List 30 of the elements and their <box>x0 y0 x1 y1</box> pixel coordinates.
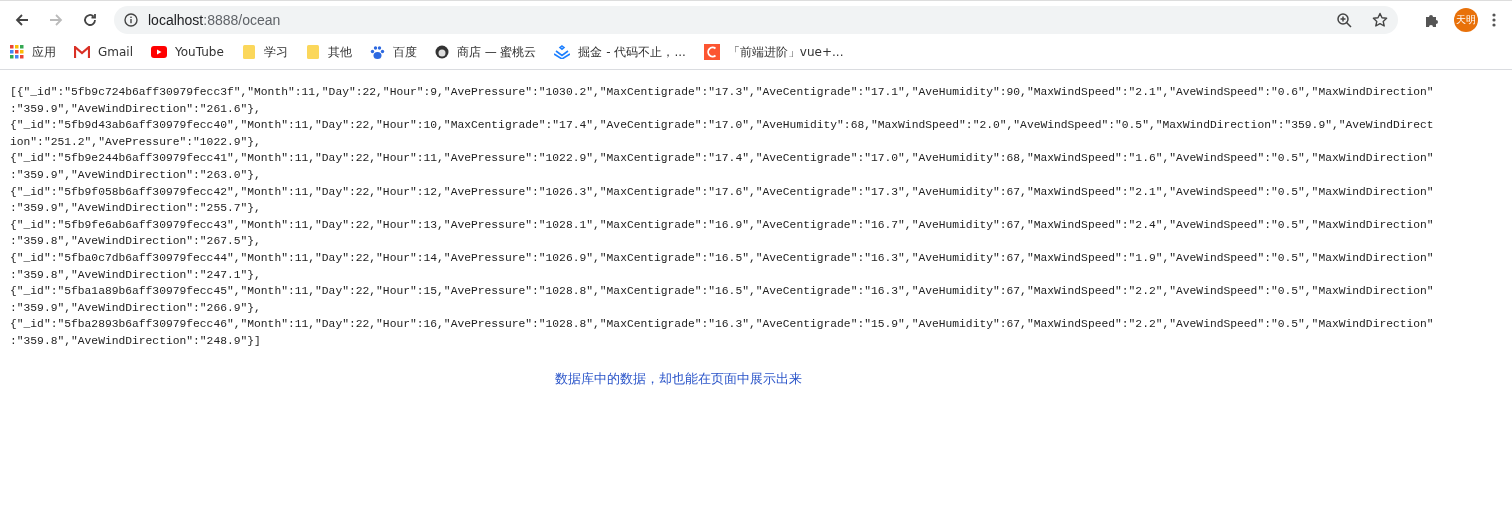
folder-icon <box>305 44 320 60</box>
caption-text: 数据库中的数据，却也能在页面中展示出来 <box>554 369 803 388</box>
play-logo-icon <box>151 46 167 58</box>
bookmark-item[interactable]: 百度 <box>369 43 417 61</box>
url-text: localhost:8888/ocean <box>148 12 281 28</box>
bookmark-item[interactable]: Gmail <box>74 45 133 59</box>
round-logo-icon <box>434 45 449 59</box>
bookmark-item[interactable]: 应用 <box>10 43 56 61</box>
bookmark-item[interactable]: 学习 <box>241 43 288 61</box>
star-icon[interactable] <box>1372 12 1388 28</box>
folder-icon <box>241 44 256 60</box>
bookmark-item[interactable]: YouTube <box>151 45 224 59</box>
back-arrow-icon <box>14 12 30 28</box>
forward-arrow-icon <box>48 12 64 28</box>
bookmark-item[interactable]: 「前端进阶」vue+... <box>703 43 844 61</box>
bookmark-item[interactable]: 掘金 - 代码不止，... <box>554 43 686 61</box>
layers-logo-icon <box>554 45 571 59</box>
menu-icon[interactable] <box>1492 13 1496 27</box>
bookmark-item[interactable]: 商店 — 蜜桃云 <box>434 43 537 61</box>
paw-logo-icon <box>369 44 385 60</box>
extensions-icon[interactable] <box>1424 12 1440 28</box>
reload-icon <box>82 12 98 28</box>
bookmark-item[interactable]: 其他 <box>305 43 352 61</box>
zoom-icon[interactable] <box>1336 12 1352 28</box>
apps-grid-icon <box>10 45 24 59</box>
address-bar[interactable]: localhost:8888/ocean <box>114 6 1398 34</box>
letter-logo-icon <box>703 44 720 60</box>
info-icon[interactable] <box>124 13 138 27</box>
json-output: [{"_id":"5fb9c724b6aff30979fecc3f","Month":11,"Day":22,"Hour":9,"AvePressure":"1030.2","MaxCentigrade":"17.3","AveCentigrade":"17.1","AveHumidity":90,"MaxWindSpeed":"2.1","AveWindSpeed":"0.6","MaxWindDirection" :"359.9","AveWindDirection":"261.6"}, {"_id":"5fb9d43ab6aff30979fecc40","Month":11,"Day":22,"Hour":10,"MaxCentigrade":"17.4","AveCentigrade":"17.0","AveHumidity":68,"MaxWindSpeed":"2.0","AveWindSpeed":"0.5","MaxWindDirection":"359.9","AveWindDirect ion":"251.2","AvePressure":"1022.9"}, {"_id":"5fb9e244b6aff30979fecc41","Month":11,"Day":22,"Hour":11,"AvePressure":"1022.9","MaxCentigrade":"17.4","AveCentigrade":"17.0","AveHumidity":68,"MaxWindSpeed":"1.6","AveWindSpeed":"0.5","MaxWindDirection" :"359.9","AveWindDirection":"263.0"}, {"_id":"5fb9f058b6aff30979fecc42","Month":11,"Day":22,"Hour":12,"AvePressure":"1026.3","MaxCentigrade":"17.6","AveCentigrade":"17.3","AveHumidity":67,"MaxWindSpeed":"2.1","AveWindSpeed":"0.5","MaxWindDirection" :"359.9","AveWindDirection":"255.7"}, {"_id":"5fb9fe6ab6aff30979fecc43","Month":11,"Day":22,"Hour":13,"AvePressure":"1028.1","MaxCentigrade":"16.9","AveCentigrade":"16.7","AveHumidity":67,"MaxWindSpeed":"2.4","AveWindSpeed":"0.5","MaxWindDirection" :"359.8","AveWindDirection":"267.5"}, {"_id":"5fba0c7db6aff30979fecc44","Month":11,"Day":22,"Hour":14,"AvePressure":"1026.9","MaxCentigrade":"16.5","AveCentigrade":"16.3","AveHumidity":67,"MaxWindSpeed":"1.9","AveWindSpeed":"0.5","MaxWindDirection" :"359.8","AveWindDirection":"247.1"}, {"_id":"5fba1a89b6aff30979fecc45","Month":11,"Day":22,"Hour":15,"AvePressure":"1028.8","MaxCentigrade":"16.5","AveCentigrade":"16.3","AveHumidity":67,"MaxWindSpeed":"2.2","AveWindSpeed":"0.5","MaxWindDirection" :"359.9","AveWindDirection":"266.9"}, {"_id":"5fba2893b6aff30979fecc46","Month":11,"Day":22,"Hour":16,"AvePressure":"1028.8","MaxCentigrade":"16.3","AveCentigrade":"15.9","AveHumidity":67,"MaxWindSpeed":"2.2","AveWindSpeed":"0.5","MaxWindDirection" :"359.8","AveWindDirection":"248.9"}] <box>10 85 1435 349</box>
mail-logo-icon <box>74 46 90 58</box>
